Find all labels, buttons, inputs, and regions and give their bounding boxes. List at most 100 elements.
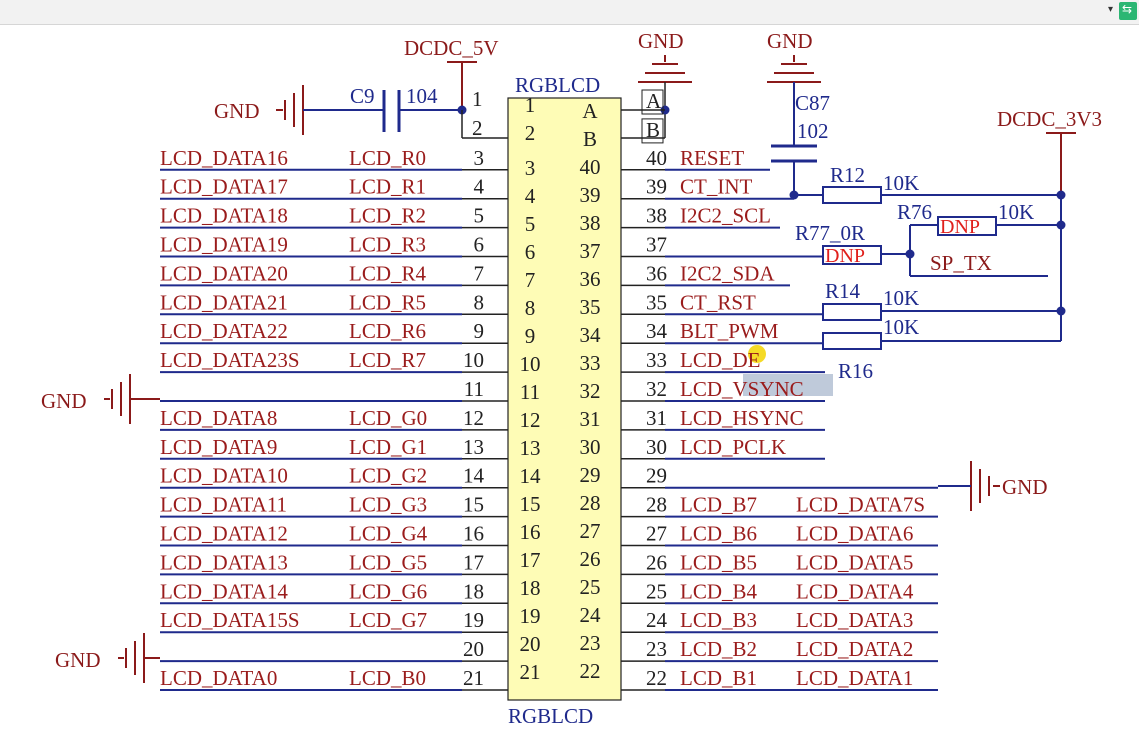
body-pin-left-12: 12 [520, 408, 541, 432]
net-label-lcd_data7s: LCD_DATA7S [796, 493, 925, 517]
pin-number-27: 27 [646, 522, 667, 546]
net-label-lcd_data5: LCD_DATA5 [796, 550, 913, 574]
pin-number-25: 25 [646, 579, 667, 603]
pin-number-11: 11 [464, 377, 484, 401]
gnd-label-c9: GND [214, 99, 260, 123]
body-pin-left-21: 21 [520, 660, 541, 684]
pin-number-23: 23 [646, 637, 667, 661]
pin-number-34: 34 [646, 319, 668, 343]
body-pin-left-4: 4 [525, 184, 536, 208]
dcdc5v-label: DCDC_5V [404, 36, 499, 60]
pin-number-12: 12 [463, 406, 484, 430]
body-pin-right-27: 27 [580, 519, 601, 543]
signal-label-lcd_b1: LCD_B1 [680, 666, 757, 690]
body-pin-left-14: 14 [520, 464, 542, 488]
c87-value: 102 [797, 119, 829, 143]
pin-number-38: 38 [646, 204, 667, 228]
net-label-lcd_data18: LCD_DATA18 [160, 204, 288, 228]
pin-number-17: 17 [463, 550, 484, 574]
body-pin-left-2: 2 [525, 121, 536, 145]
body-pin-left-15: 15 [520, 492, 541, 516]
signal-label-lcd_g4: LCD_G4 [349, 522, 428, 546]
body-pin-right-28: 28 [580, 491, 601, 515]
pin-number-16: 16 [463, 522, 484, 546]
net-label-lcd_data6: LCD_DATA6 [796, 522, 913, 546]
body-pin-left-5: 5 [525, 212, 536, 236]
signal-label-lcd_b7: LCD_B7 [680, 493, 757, 517]
net-label-lcd_data10: LCD_DATA10 [160, 464, 288, 488]
net-label-lcd_data1: LCD_DATA1 [796, 666, 913, 690]
body-pin-right-31: 31 [580, 407, 601, 431]
r16-label: R16 [838, 359, 873, 383]
net-label-lcd_data23s: LCD_DATA23S [160, 348, 300, 372]
pin-number-3: 3 [474, 146, 485, 170]
gnd-label-29: GND [1002, 475, 1048, 499]
body-pin-left-19: 19 [520, 604, 541, 628]
resistor-r12: R12 10K [794, 163, 1061, 204]
gnd-label-11: GND [41, 389, 87, 413]
net-label-lcd_data0: LCD_DATA0 [160, 666, 277, 690]
signal-label-lcd_r1: LCD_R1 [349, 175, 426, 199]
signal-label-lcd_hsync: LCD_HSYNC [680, 406, 804, 430]
body-pin-left-17: 17 [520, 548, 541, 572]
signal-label-lcd_g0: LCD_G0 [349, 406, 427, 430]
sp-tx-label: SP_TX [930, 251, 992, 275]
pin-number-15: 15 [463, 493, 484, 517]
body-pin-right-33: 33 [580, 351, 601, 375]
resistor-r14: R14 10K [822, 279, 1061, 321]
signal-label-lcd_de: LCD_DE [680, 348, 761, 372]
gnd-label-b: GND [767, 29, 813, 53]
r76-dnp: DNP [940, 216, 980, 238]
net-label-lcd_data2: LCD_DATA2 [796, 637, 913, 661]
signal-label-lcd_g5: LCD_G5 [349, 550, 427, 574]
net-label-lcd_data21: LCD_DATA21 [160, 290, 288, 314]
gnd-label-20: GND [55, 648, 101, 672]
signal-label-lcd_r7: LCD_R7 [349, 348, 426, 372]
signal-label-ct_rst: CT_RST [680, 290, 756, 314]
signal-label-lcd_r4: LCD_R4 [349, 261, 427, 285]
r16-value: 10K [883, 315, 919, 339]
body-pin-right-24: 24 [580, 603, 602, 627]
body-pin-left-7: 7 [525, 268, 536, 292]
r76-label: R76 [897, 200, 932, 224]
pin-number-4: 4 [474, 175, 485, 199]
r76-value: 10K [998, 200, 1034, 224]
signal-label-lcd_g3: LCD_G3 [349, 493, 427, 517]
signal-label-lcd_r2: LCD_R2 [349, 204, 426, 228]
net-label-lcd_data9: LCD_DATA9 [160, 435, 277, 459]
signal-label-lcd_r5: LCD_R5 [349, 290, 426, 314]
body-pin-left-6: 6 [525, 240, 536, 264]
signal-label-i2c2_scl: I2C2_SCL [680, 204, 771, 228]
pin-number-33: 33 [646, 348, 667, 372]
schematic-canvas: RGBLCD RGBLCD DCDC_5V GND C9 104 GND GND… [41, 29, 1102, 728]
pin-number-35: 35 [646, 290, 667, 314]
c9-label: C9 [350, 84, 375, 108]
body-pin-right-29: 29 [580, 463, 601, 487]
pin-number-10: 10 [463, 348, 484, 372]
signal-label-lcd_r0: LCD_R0 [349, 146, 426, 170]
signal-label-blt_pwm: BLT_PWM [680, 319, 779, 343]
pin-number-5: 5 [474, 204, 485, 228]
pin-number-36: 36 [646, 261, 667, 285]
body-pin-left-10: 10 [520, 352, 541, 376]
r12-value: 10K [883, 171, 919, 195]
signal-label-lcd_b2: LCD_B2 [680, 637, 757, 661]
pin-number-20: 20 [463, 637, 484, 661]
c87-label: C87 [795, 91, 830, 115]
signal-label-lcd_pclk: LCD_PCLK [680, 435, 786, 459]
r77-label: R77_0R [795, 221, 865, 245]
gnd-label-a: GND [638, 29, 684, 53]
body-pin-right-38: 38 [580, 211, 601, 235]
pin-number-2: 2 [472, 116, 483, 140]
signal-label-lcd_r6: LCD_R6 [349, 319, 426, 343]
body-pin-left-3: 3 [525, 156, 536, 180]
signal-label-ct_int: CT_INT [680, 175, 752, 199]
body-pin-right-30: 30 [580, 435, 601, 459]
r14-label: R14 [825, 279, 861, 303]
pin-number-31: 31 [646, 406, 667, 430]
body-pin-right-34: 34 [580, 323, 602, 347]
gnd-top-b: GND C87 102 [767, 29, 830, 200]
pin-number-40: 40 [646, 146, 667, 170]
pin-number-1: 1 [472, 87, 483, 111]
signal-label-lcd_g1: LCD_G1 [349, 435, 427, 459]
